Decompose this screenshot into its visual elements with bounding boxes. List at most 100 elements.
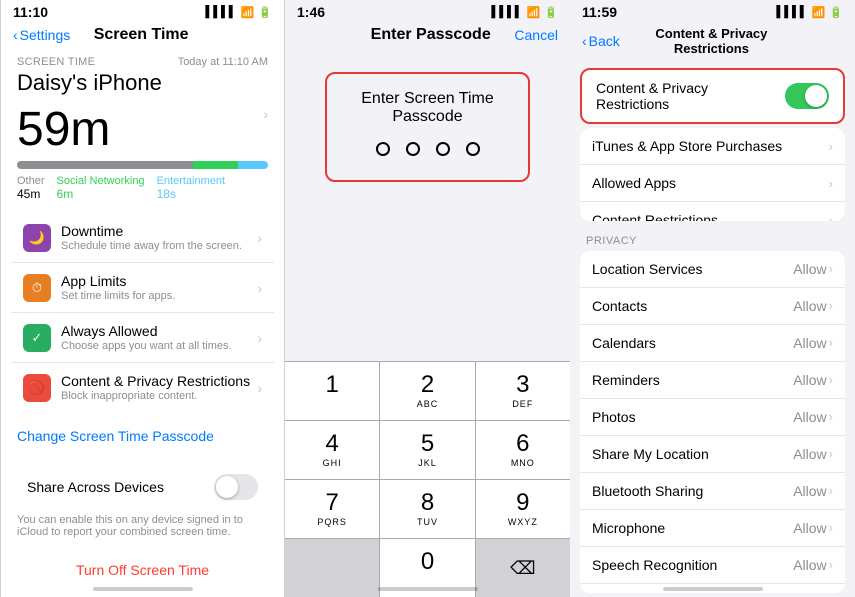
always-allowed-chevron: › <box>257 330 262 346</box>
legend-other: Other 45m <box>17 175 45 201</box>
keypad: 1 2 ABC 3 DEF 4 GHI 5 JKL 6 MN <box>285 361 570 597</box>
downtime-chevron: › <box>257 230 262 246</box>
back-button-1[interactable]: ‹ Settings <box>13 27 70 43</box>
wifi-icon-3: 📶 <box>812 6 826 19</box>
list-item-share-location[interactable]: Share My Location Allow › <box>580 436 845 473</box>
content-privacy-toggle-row: Content & Privacy Restrictions <box>580 68 845 124</box>
list-item-itunes[interactable]: iTunes & App Store Purchases › <box>580 128 845 165</box>
passcode-box: Enter Screen Time Passcode <box>305 72 550 182</box>
key-4[interactable]: 4 GHI <box>285 421 380 479</box>
content-privacy-chevron: › <box>257 380 262 396</box>
privacy-section-header: PRIVACY <box>570 225 855 251</box>
cancel-button[interactable]: Cancel <box>514 27 558 43</box>
list-item-app-limits[interactable]: ⏱ App Limits Set time limits for apps. › <box>11 263 274 313</box>
key-2[interactable]: 2 ABC <box>380 362 475 420</box>
passcode-dots <box>339 130 516 168</box>
key-5[interactable]: 5 JKL <box>380 421 475 479</box>
location-chevron: › <box>829 261 833 276</box>
status-icons-2: ▌▌▌▌ 📶 🔋 <box>491 6 558 19</box>
allowed-apps-chevron: › <box>829 176 833 191</box>
signal-icon-1: ▌▌▌▌ <box>205 6 236 18</box>
bluetooth-chevron: › <box>829 483 833 498</box>
section-header-1: SCREEN TIME <box>17 56 95 68</box>
back-chevron-icon-3: ‹ <box>582 33 587 49</box>
passcode-prompt: Enter Screen Time Passcode <box>339 82 516 130</box>
nav-bar-1: ‹ Settings Screen Time <box>1 22 284 52</box>
nav-bar-3: ‹ Back Content & Privacy Restrictions <box>570 22 855 64</box>
share-toggle[interactable] <box>214 474 258 500</box>
reminders-chevron: › <box>829 372 833 387</box>
content-privacy-text: Content & Privacy Restrictions Block ina… <box>61 373 253 402</box>
list-item-calendars[interactable]: Calendars Allow › <box>580 325 845 362</box>
delete-icon: ⌫ <box>510 559 535 577</box>
key-7[interactable]: 7 PQRS <box>285 480 380 538</box>
app-limits-text: App Limits Set time limits for apps. <box>61 273 253 302</box>
status-bar-3: 11:59 ▌▌▌▌ 📶 🔋 <box>570 0 855 22</box>
list-item-speech[interactable]: Speech Recognition Allow › <box>580 547 845 584</box>
key-empty <box>285 539 380 597</box>
signal-icon-2: ▌▌▌▌ <box>491 6 522 18</box>
list-item-bluetooth[interactable]: Bluetooth Sharing Allow › <box>580 473 845 510</box>
key-delete[interactable]: ⌫ <box>476 539 570 597</box>
photos-chevron: › <box>829 409 833 424</box>
status-time-1: 11:10 <box>13 4 48 20</box>
change-passcode-link[interactable]: Change Screen Time Passcode <box>1 416 284 456</box>
keypad-row-3: 7 PQRS 8 TUV 9 WXYZ <box>285 479 570 538</box>
legend-social: Social Networking 6m <box>57 175 145 201</box>
downtime-text: Downtime Schedule time away from the scr… <box>61 223 253 252</box>
usage-segment-other <box>17 161 193 169</box>
list-item-contacts[interactable]: Contacts Allow › <box>580 288 845 325</box>
list-item-photos[interactable]: Photos Allow › <box>580 399 845 436</box>
status-icons-1: ▌▌▌▌ 📶 🔋 <box>205 6 272 19</box>
usage-segment-entertainment <box>238 161 268 169</box>
list-item-reminders[interactable]: Reminders Allow › <box>580 362 845 399</box>
page-title-2: Enter Passcode <box>347 26 514 44</box>
itunes-chevron: › <box>829 139 833 154</box>
device-name: Daisy's iPhone <box>1 68 284 102</box>
content-privacy-toggle[interactable] <box>785 83 829 109</box>
home-indicator-1 <box>93 587 193 591</box>
always-allowed-icon: ✓ <box>23 324 51 352</box>
key-3[interactable]: 3 DEF <box>476 362 570 420</box>
screen-time-panel: 11:10 ▌▌▌▌ 📶 🔋 ‹ Settings Screen Time SC… <box>0 0 285 597</box>
list-item-microphone[interactable]: Microphone Allow › <box>580 510 845 547</box>
content-privacy-panel: 11:59 ▌▌▌▌ 📶 🔋 ‹ Back Content & Privacy … <box>570 0 855 597</box>
calendars-chevron: › <box>829 335 833 350</box>
signal-icon-3: ▌▌▌▌ <box>776 6 807 18</box>
key-8[interactable]: 8 TUV <box>380 480 475 538</box>
nav-bar-2: Enter Passcode Cancel <box>285 22 570 52</box>
always-allowed-text: Always Allowed Choose apps you want at a… <box>61 323 253 352</box>
wifi-icon-2: 📶 <box>527 6 541 19</box>
battery-icon-3: 🔋 <box>829 6 843 19</box>
back-button-3[interactable]: ‹ Back <box>582 33 620 49</box>
wifi-icon-1: 📶 <box>241 6 255 19</box>
passcode-dot-4 <box>466 142 480 156</box>
keypad-row-2: 4 GHI 5 JKL 6 MNO <box>285 420 570 479</box>
passcode-entry-box: Enter Screen Time Passcode <box>325 72 530 182</box>
key-1[interactable]: 1 <box>285 362 380 420</box>
page-title-3: Content & Privacy Restrictions <box>620 26 803 56</box>
privacy-list-group: Location Services Allow › Contacts Allow… <box>580 251 845 593</box>
content-restrictions-chevron: › <box>829 213 833 221</box>
app-limits-icon: ⏱ <box>23 274 51 302</box>
list-item-downtime[interactable]: 🌙 Downtime Schedule time away from the s… <box>11 213 274 263</box>
passcode-dot-3 <box>436 142 450 156</box>
separator-2 <box>1 546 284 554</box>
turn-off-link[interactable]: Turn Off Screen Time <box>1 554 284 586</box>
downtime-icon: 🌙 <box>23 224 51 252</box>
section-time: Today at 11:10 AM <box>178 56 268 68</box>
key-6[interactable]: 6 MNO <box>476 421 570 479</box>
list-item-content-restrictions[interactable]: Content Restrictions › <box>580 202 845 221</box>
usage-legend: Other 45m Social Networking 6m Entertain… <box>1 173 284 209</box>
back-chevron-icon-1: ‹ <box>13 27 18 43</box>
list-item-always-allowed[interactable]: ✓ Always Allowed Choose apps you want at… <box>11 313 274 363</box>
page-title-1: Screen Time <box>70 26 212 44</box>
key-9[interactable]: 9 WXYZ <box>476 480 570 538</box>
list-item-allowed-apps[interactable]: Allowed Apps › <box>580 165 845 202</box>
list-item-content-privacy[interactable]: 🚫 Content & Privacy Restrictions Block i… <box>11 363 274 412</box>
battery-icon-1: 🔋 <box>258 6 272 19</box>
status-time-3: 11:59 <box>582 4 617 20</box>
list-item-location[interactable]: Location Services Allow › <box>580 251 845 288</box>
store-list-group: iTunes & App Store Purchases › Allowed A… <box>580 128 845 221</box>
contacts-chevron: › <box>829 298 833 313</box>
